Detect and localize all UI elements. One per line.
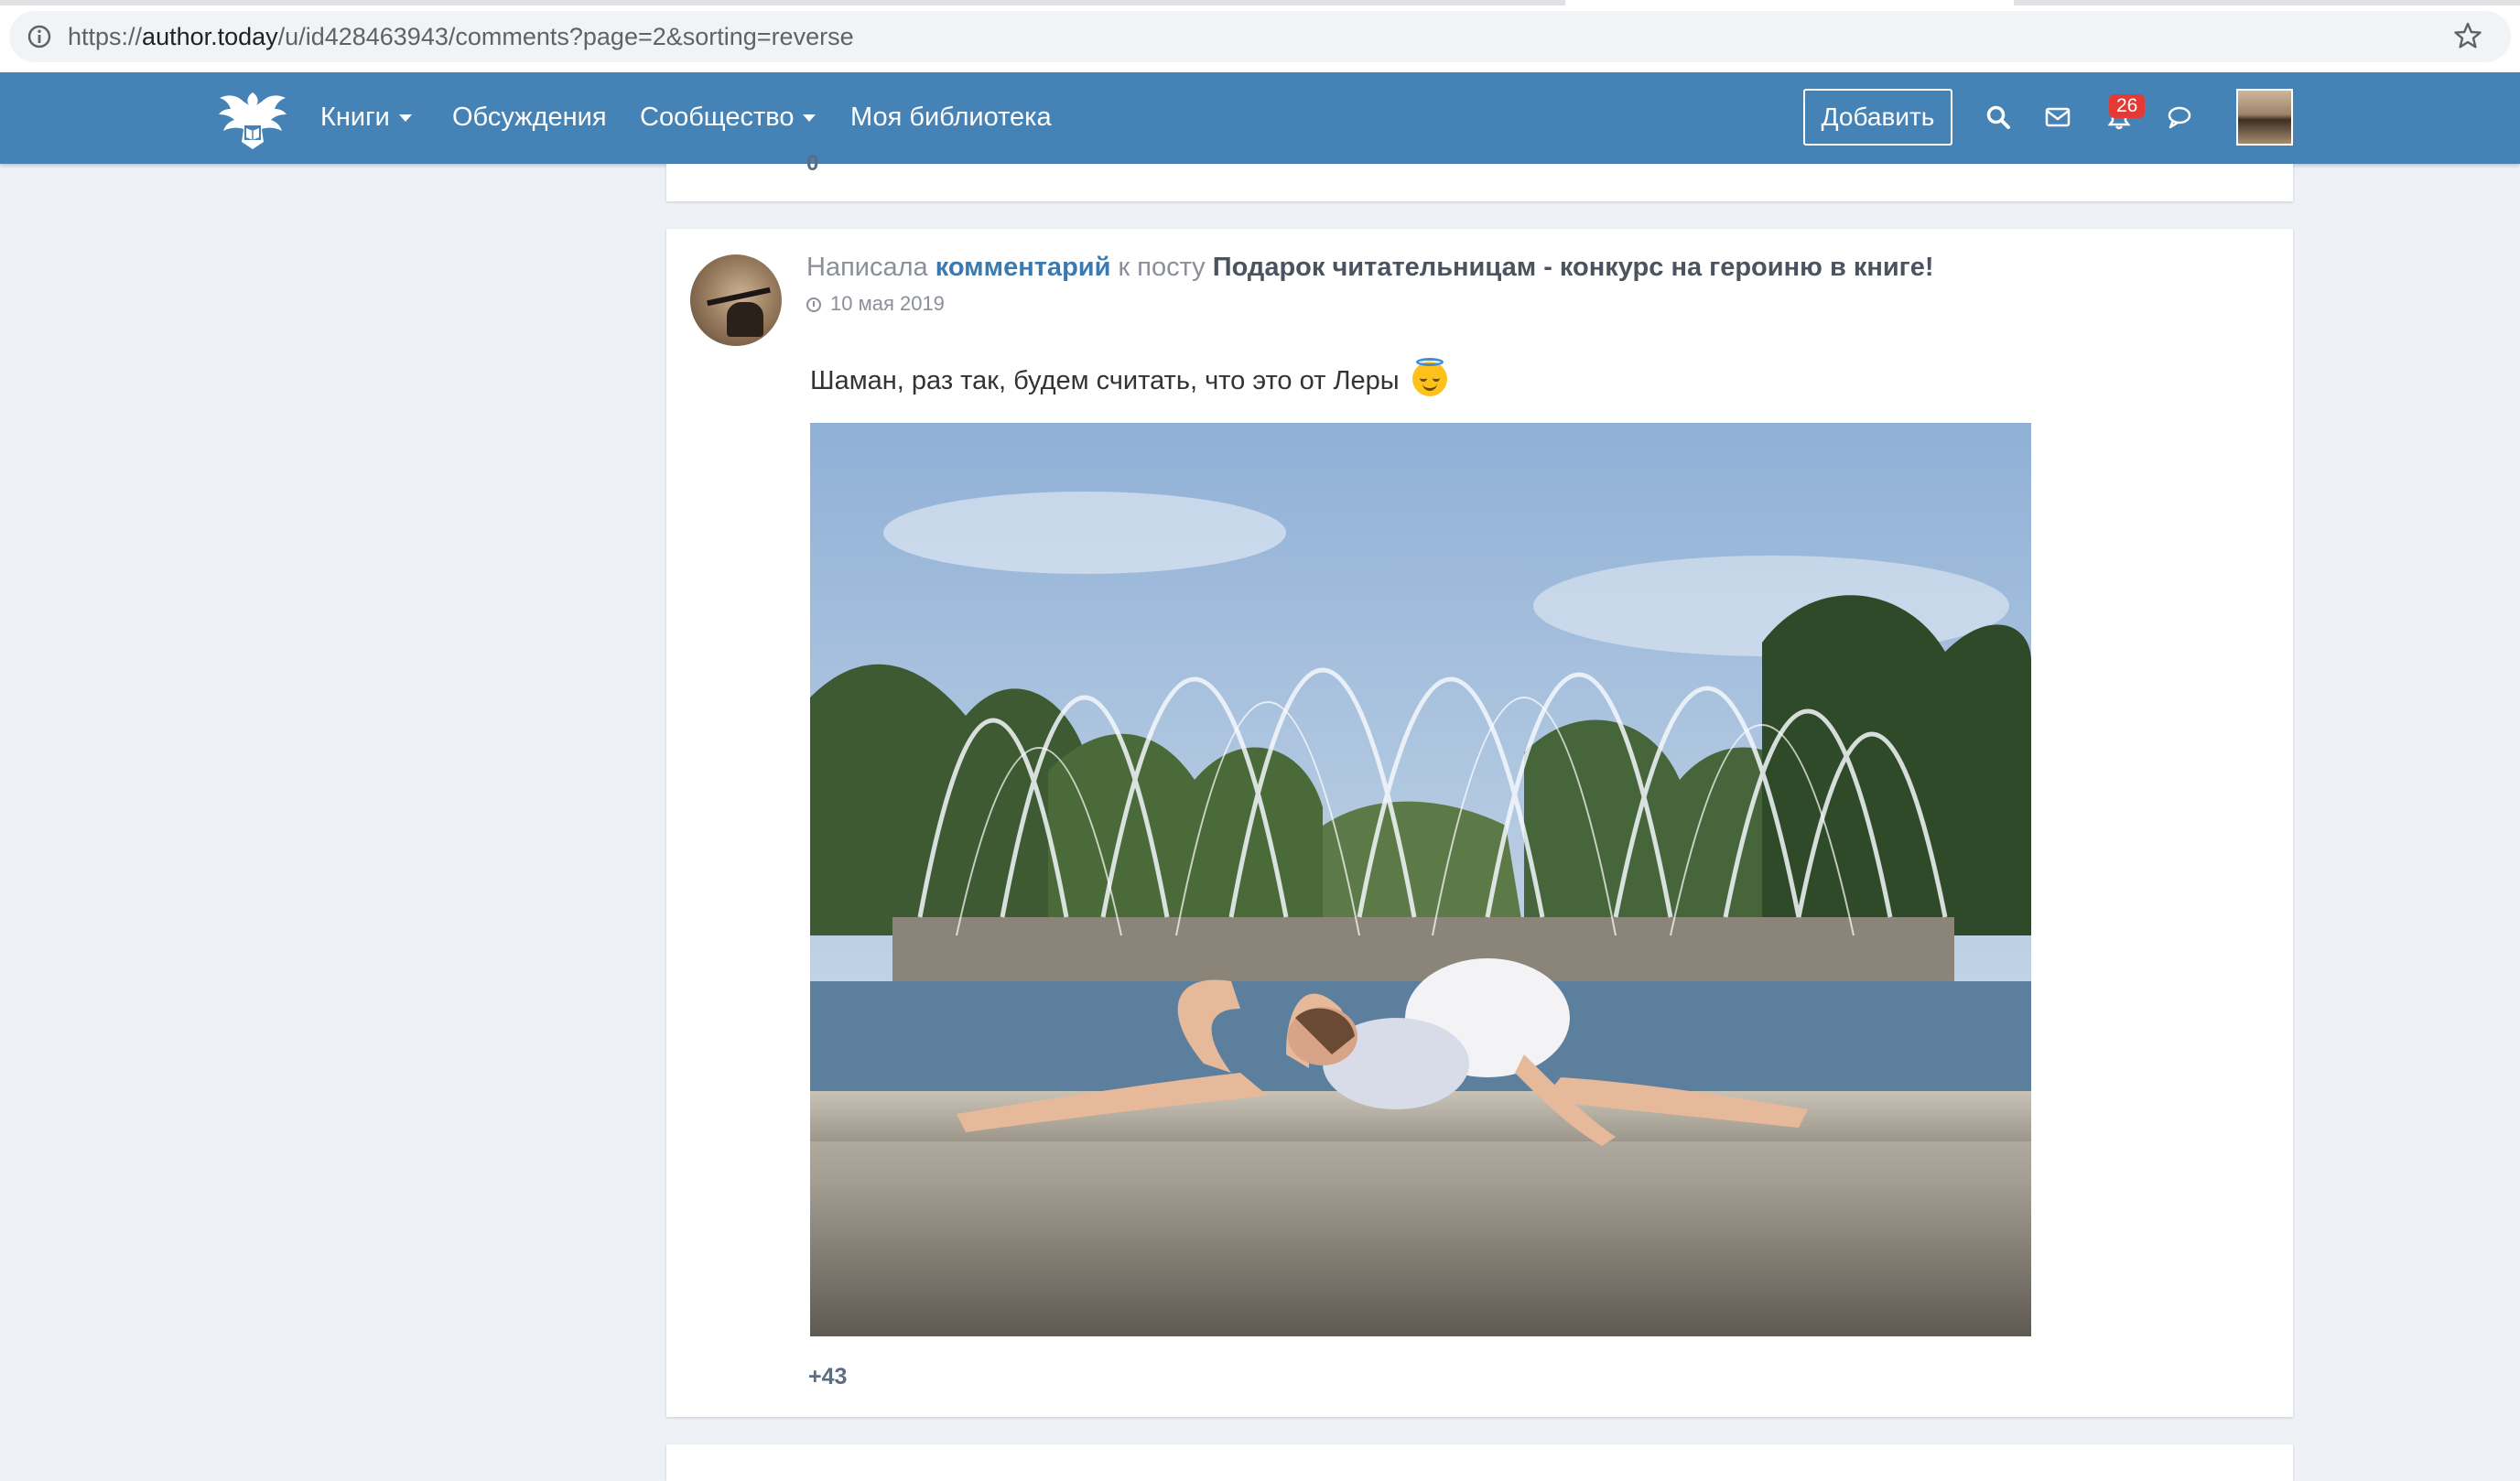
post-title-link[interactable]: Подарок читательницам - конкурс на герои… [1213, 253, 1934, 282]
action-middle: к посту [1118, 253, 1206, 282]
comment-score[interactable]: +43 [808, 1364, 847, 1390]
comment-text-body: Шаман, раз так, будем считать, что это о… [810, 366, 1400, 395]
comment-date: 10 мая 2019 [806, 291, 945, 317]
star-icon[interactable] [2452, 20, 2483, 51]
comment-meta: Написала комментарий к посту Подарок чит… [806, 251, 1934, 284]
chevron-down-icon [803, 114, 817, 123]
nav-community[interactable]: Сообщество [640, 101, 817, 134]
action-prefix: Написала [806, 253, 928, 282]
comment-card: Написала комментарий к посту Подарок чит… [666, 229, 2293, 1417]
comment-date-text: 10 мая 2019 [830, 292, 945, 315]
previous-comment-score: 0 [806, 151, 819, 176]
comment-text: Шаман, раз так, будем считать, что это о… [810, 358, 1447, 399]
info-icon[interactable] [26, 23, 53, 50]
add-button[interactable]: Добавить [1803, 89, 1952, 146]
browser-tab[interactable] [1565, 0, 2014, 5]
browser-toolbar: https://author.today/u/id428463943/comme… [0, 0, 2520, 72]
nav-community-label: Сообщество [640, 103, 795, 132]
next-comment-card [666, 1444, 2293, 1481]
url-path: /u/id428463943/comments?page=2&sorting=r… [277, 23, 854, 50]
smiling-face-with-halo-icon [1411, 358, 1447, 396]
fountain-photo-illustration [810, 423, 2031, 1336]
clock-icon [806, 297, 821, 312]
previous-comment-card: 0 [666, 151, 2293, 201]
chevron-down-icon [398, 114, 412, 123]
nav-books-label: Книги [320, 103, 390, 132]
notifications-badge: 26 [2109, 94, 2146, 118]
author-avatar[interactable] [690, 254, 782, 346]
tab-strip [0, 0, 2520, 5]
chat-icon[interactable] [2166, 103, 2193, 131]
avatar-figure-shape [727, 302, 763, 337]
mail-icon[interactable] [2044, 103, 2071, 131]
url-prefix: https:// [68, 23, 143, 50]
nav-discussions[interactable]: Обсуждения [452, 101, 607, 134]
site-logo[interactable] [216, 85, 289, 151]
nav-books[interactable]: Книги [320, 101, 412, 134]
site-header: Книги Обсуждения Сообщество Моя библиоте… [0, 72, 2520, 164]
comment-link[interactable]: комментарий [936, 253, 1111, 282]
user-avatar[interactable] [2236, 89, 2293, 146]
url-text[interactable]: https://author.today/u/id428463943/comme… [68, 22, 854, 51]
address-bar[interactable]: https://author.today/u/id428463943/comme… [9, 11, 2511, 62]
comment-photo[interactable] [810, 423, 2031, 1336]
url-host: author.today [142, 23, 278, 50]
nav-library[interactable]: Моя библиотека [850, 101, 1052, 134]
search-icon[interactable] [1985, 103, 2012, 131]
